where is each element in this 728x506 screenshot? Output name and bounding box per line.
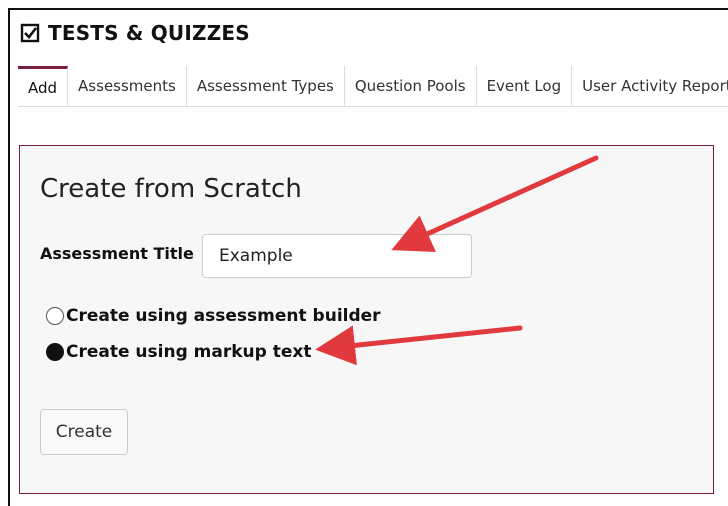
- option-assessment-builder-label: Create using assessment builder: [66, 306, 381, 326]
- option-assessment-builder[interactable]: Create using assessment builder: [46, 306, 381, 326]
- option-markup-text[interactable]: Create using markup text: [46, 342, 312, 362]
- panel-title: Create from Scratch: [40, 174, 302, 204]
- tab-user-activity-report[interactable]: User Activity Report: [572, 66, 728, 106]
- create-button[interactable]: Create: [40, 409, 128, 455]
- tab-event-log[interactable]: Event Log: [476, 66, 573, 106]
- tool-tabs: Add Assessments Assessment Types Questio…: [18, 66, 728, 107]
- radio-assessment-builder[interactable]: [46, 307, 64, 325]
- create-panel: Create from Scratch Assessment Title Cre…: [19, 145, 714, 494]
- tab-assessment-types[interactable]: Assessment Types: [186, 66, 345, 106]
- option-markup-text-label: Create using markup text: [66, 342, 312, 362]
- assessment-title-label: Assessment Title: [40, 244, 194, 263]
- radio-markup-text[interactable]: [46, 343, 64, 361]
- tab-question-pools[interactable]: Question Pools: [344, 66, 477, 106]
- tool-header: TESTS & QUIZZES: [20, 20, 250, 46]
- tool-title: TESTS & QUIZZES: [48, 21, 250, 45]
- tab-add[interactable]: Add: [18, 66, 69, 106]
- assessment-title-input[interactable]: [202, 234, 472, 278]
- tab-assessments[interactable]: Assessments: [68, 66, 187, 106]
- checkbox-icon: [20, 23, 40, 43]
